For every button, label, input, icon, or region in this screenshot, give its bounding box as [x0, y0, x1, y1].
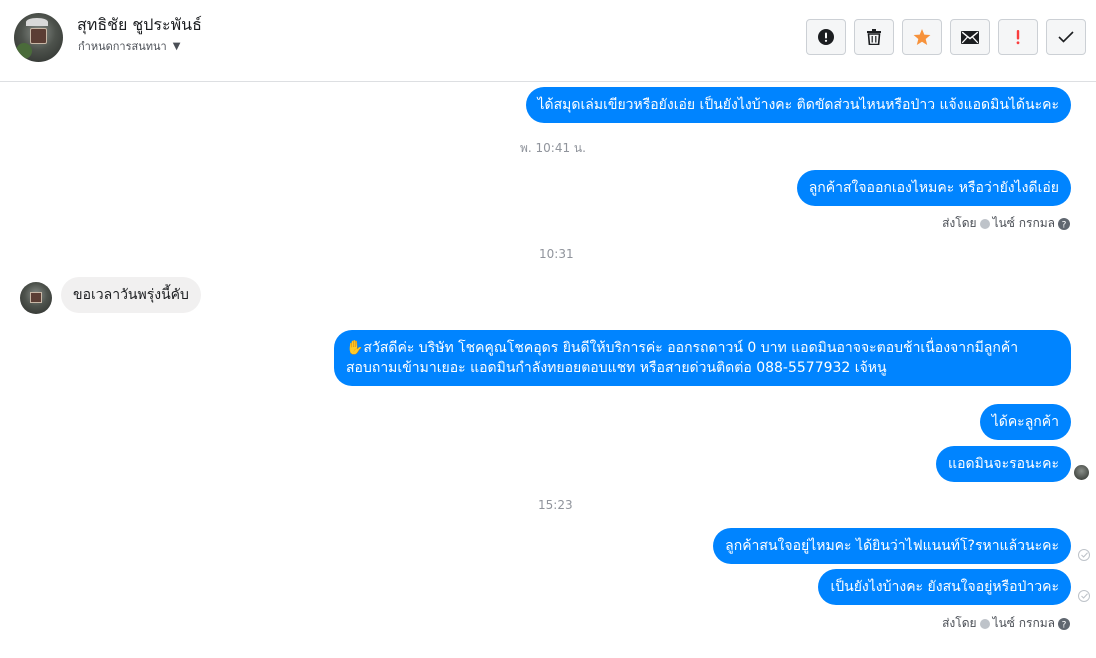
contact-name[interactable]: สุทธิชัย ชูประพันธ์: [77, 13, 202, 38]
timestamp: พ. 10:41 น.: [520, 141, 586, 155]
help-icon[interactable]: ?: [1058, 617, 1070, 630]
message-bubble[interactable]: ลูกค้าสนใจอยู่ไหมคะ ได้ยินว่าไฟแนนท์โ?รห…: [713, 528, 1071, 564]
spam-button[interactable]: [806, 19, 846, 55]
label-text: กำหนดการสนทนา: [78, 40, 167, 53]
checkmark-icon: [1058, 31, 1074, 43]
sender-mini-icon: [979, 218, 990, 229]
message-bubble[interactable]: ได้สมุดเล่มเขียวหรือยังเอ่ย เป็นยังไงบ้า…: [525, 87, 1071, 123]
delete-button[interactable]: [854, 19, 894, 55]
sent-by-info: ส่งโดย ไนซ์ กรกมล ?: [942, 214, 1070, 233]
help-icon[interactable]: ?: [1058, 217, 1070, 230]
action-toolbar: [806, 19, 1086, 55]
message-bubble[interactable]: ลูกค้าสใจออกเองไหมคะ หรือว่ายังไงดีเอ่ย: [796, 170, 1071, 206]
caret-down-icon: ▼: [172, 40, 181, 52]
delivered-check-icon: [1078, 549, 1090, 561]
sent-by-info: ส่งโดย ไนซ์ กรกมล ?: [942, 614, 1070, 633]
message-bubble[interactable]: ✋สวัสดีค่ะ บริษัท โชคคูณโชคอุดร ยินดีให้…: [334, 330, 1071, 386]
sender-name[interactable]: ไนซ์ กรกมล: [993, 614, 1055, 633]
alert-circle-icon: [818, 29, 834, 45]
sender-name[interactable]: ไนซ์ กรกมล: [993, 214, 1055, 233]
star-icon: [913, 28, 931, 45]
message-bubble[interactable]: ได้คะลูกค้า: [979, 404, 1071, 440]
svg-text:?: ?: [1062, 220, 1067, 230]
conversation-header: สุทธิชัย ชูประพันธ์ กำหนดการสนทนา ▼: [0, 0, 1096, 82]
trash-icon: [867, 29, 881, 45]
contact-avatar[interactable]: [14, 13, 63, 62]
important-button[interactable]: [998, 19, 1038, 55]
message-bubble[interactable]: แอดมินจะรอนะคะ: [936, 446, 1071, 482]
label-dropdown[interactable]: กำหนดการสนทนา ▼: [78, 38, 180, 54]
timestamp: 15:23: [538, 498, 573, 512]
delivered-check-icon: [1078, 590, 1090, 602]
sent-by-label: ส่งโดย: [942, 216, 977, 230]
message-thread[interactable]: ได้สมุดเล่มเขียวหรือยังเอ่ย เป็นยังไงบ้า…: [0, 83, 1096, 658]
message-bubble-incoming[interactable]: ขอเวลาวันพรุ่งนี้คับ: [61, 277, 201, 313]
message-bubble[interactable]: เป็นยังไงบ้างคะ ยังสนใจอยู่หรือป่าวคะ: [818, 569, 1071, 605]
sent-by-label: ส่งโดย: [942, 616, 977, 630]
sender-mini-icon: [979, 618, 990, 629]
contact-avatar-small[interactable]: [20, 282, 52, 314]
mail-button[interactable]: [950, 19, 990, 55]
seen-avatar: [1074, 465, 1089, 480]
svg-text:?: ?: [1062, 620, 1067, 630]
envelope-icon: [961, 30, 979, 44]
star-button[interactable]: [902, 19, 942, 55]
done-button[interactable]: [1046, 19, 1086, 55]
timestamp: 10:31: [539, 247, 574, 261]
exclamation-icon: [1016, 30, 1020, 45]
